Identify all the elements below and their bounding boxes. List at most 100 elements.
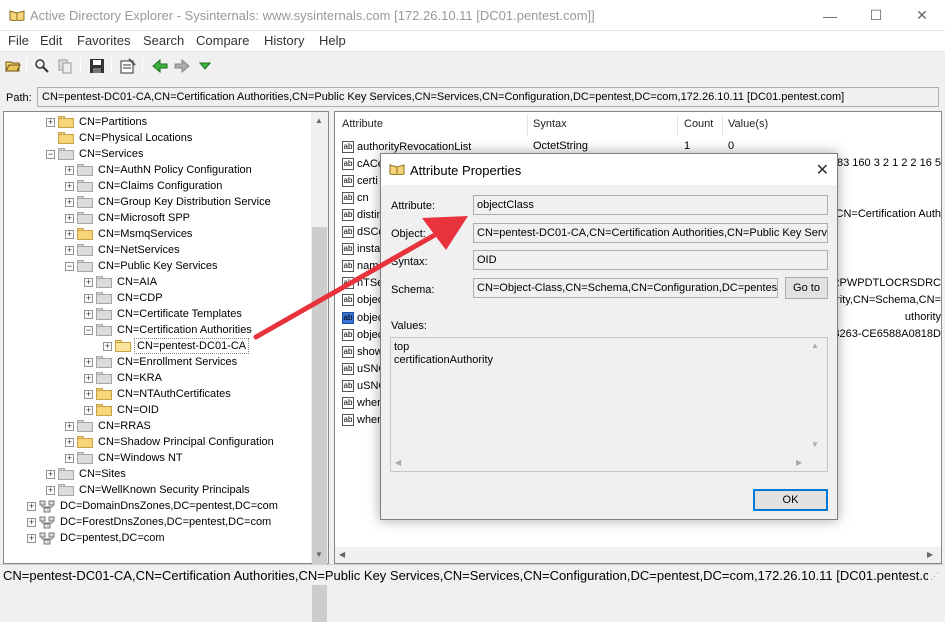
goto-button[interactable]: Go to xyxy=(785,277,828,299)
tree-scroll-thumb[interactable] xyxy=(312,227,327,622)
expand-icon[interactable]: + xyxy=(65,197,74,207)
search-icon[interactable] xyxy=(32,56,51,75)
scroll-right-icon[interactable]: ▶ xyxy=(796,458,802,467)
tree-item[interactable]: + CN=pentest-DC01-CA xyxy=(103,338,250,354)
scroll-up-icon[interactable]: ▲ xyxy=(811,341,819,350)
expand-icon[interactable]: + xyxy=(65,437,74,447)
list-row[interactable]: ab objec xyxy=(342,292,383,309)
scroll-up-icon[interactable]: ▲ xyxy=(315,116,323,125)
tree-item[interactable]: + CN=AIA xyxy=(84,274,159,290)
list-row[interactable]: ab certi xyxy=(342,172,378,189)
compare-icon[interactable] xyxy=(55,56,74,75)
tree-scrollbar[interactable]: ▲ ▼ xyxy=(311,112,328,622)
scroll-left-icon[interactable]: ◀ xyxy=(395,458,401,467)
tree-item[interactable]: + CN=Microsoft SPP xyxy=(65,210,192,226)
col-count[interactable]: Count xyxy=(684,118,713,130)
tree-item[interactable]: + CN=OID xyxy=(84,402,161,418)
tree-item[interactable]: − CN=Services xyxy=(46,146,146,162)
tree-item[interactable]: + CN=Group Key Distribution Service xyxy=(65,194,273,210)
open-icon[interactable] xyxy=(3,56,22,75)
scroll-down-icon[interactable]: ▼ xyxy=(811,440,819,449)
tree-item[interactable]: + DC=DomainDnsZones,DC=pentest,DC=com xyxy=(27,498,280,514)
menu-help[interactable]: Help xyxy=(319,33,346,48)
values-box[interactable]: top certificationAuthority ▲ ▼ ◀ ▶ xyxy=(390,337,828,472)
tree-item[interactable]: + CN=CDP xyxy=(84,290,165,306)
close-button[interactable]: ✕ xyxy=(899,0,945,31)
back-arrow-icon[interactable] xyxy=(150,56,169,75)
tree-item[interactable]: + CN=Windows NT xyxy=(65,450,185,466)
expand-icon[interactable]: + xyxy=(84,277,93,287)
maximize-button[interactable]: ☐ xyxy=(853,0,899,31)
tree-item[interactable]: + CN=NetServices xyxy=(65,242,182,258)
scroll-down-icon[interactable]: ▼ xyxy=(315,550,323,559)
list-row[interactable]: ab wher xyxy=(342,395,381,412)
tree-item[interactable]: + CN=Partitions xyxy=(46,114,149,130)
dialog-close-icon[interactable]: ✕ xyxy=(816,160,829,180)
list-row[interactable]: ab objec xyxy=(342,326,383,343)
list-row[interactable]: ab cn xyxy=(342,189,369,206)
expand-icon[interactable]: + xyxy=(27,501,36,511)
list-row[interactable]: ab cACe xyxy=(342,155,384,172)
tree-item[interactable]: + DC=pentest,DC=com xyxy=(27,530,167,546)
tree-item[interactable]: + CN=RRAS xyxy=(65,418,153,434)
expand-icon[interactable]: + xyxy=(65,165,74,175)
properties-icon[interactable] xyxy=(118,56,137,75)
collapse-icon[interactable]: − xyxy=(84,325,93,335)
tree-item[interactable]: + CN=Shadow Principal Configuration xyxy=(65,434,276,450)
expand-icon[interactable]: + xyxy=(27,517,36,527)
tree-item[interactable]: + CN=Claims Configuration xyxy=(65,178,224,194)
col-syntax[interactable]: Syntax xyxy=(533,118,567,130)
save-icon[interactable] xyxy=(87,56,106,75)
path-field[interactable]: CN=pentest-DC01-CA,CN=Certification Auth… xyxy=(37,87,939,107)
menu-compare[interactable]: Compare xyxy=(196,33,249,48)
expand-icon[interactable]: + xyxy=(65,229,74,239)
ok-button[interactable]: OK xyxy=(753,489,828,511)
list-row[interactable]: ab dSCo xyxy=(342,224,385,241)
collapse-icon[interactable]: − xyxy=(46,149,55,159)
expand-icon[interactable]: + xyxy=(65,245,74,255)
tree-item[interactable]: − CN=Public Key Services xyxy=(65,258,220,274)
tree-item[interactable]: − CN=Certification Authorities xyxy=(84,322,254,338)
tree-item[interactable]: + CN=Sites xyxy=(46,466,128,482)
menu-file[interactable]: File xyxy=(8,33,29,48)
tree-item[interactable]: + CN=Certificate Templates xyxy=(84,306,244,322)
expand-icon[interactable]: + xyxy=(65,213,74,223)
list-hscrollbar[interactable]: ◀ ▶ xyxy=(335,547,941,563)
menu-favorites[interactable]: Favorites xyxy=(77,33,130,48)
expand-icon[interactable]: + xyxy=(46,469,55,479)
menu-history[interactable]: History xyxy=(264,33,304,48)
scroll-right-icon[interactable]: ▶ xyxy=(927,550,933,559)
schema-field[interactable]: CN=Object-Class,CN=Schema,CN=Configurati… xyxy=(473,278,778,298)
list-row[interactable]: ab wher xyxy=(342,412,381,429)
tree-item[interactable]: + CN=NTAuthCertificates xyxy=(84,386,233,402)
tree-item[interactable]: + CN=KRA xyxy=(84,370,164,386)
list-row[interactable]: ab distin xyxy=(342,206,383,223)
list-row[interactable]: ab nTSe xyxy=(342,275,383,292)
expand-icon[interactable]: + xyxy=(84,405,93,415)
expand-icon[interactable]: + xyxy=(84,373,93,383)
expand-icon[interactable]: + xyxy=(84,293,93,303)
col-attribute[interactable]: Attribute xyxy=(342,118,383,130)
tree-item[interactable]: CN=Physical Locations xyxy=(46,130,194,146)
expand-icon[interactable]: + xyxy=(65,453,74,463)
resize-grip-icon[interactable]: ⋰ xyxy=(930,571,942,583)
menu-edit[interactable]: Edit xyxy=(40,33,62,48)
forward-arrow-icon[interactable] xyxy=(172,56,191,75)
history-dropdown-icon[interactable] xyxy=(195,56,214,75)
tree-item[interactable]: + CN=MsmqServices xyxy=(65,226,194,242)
list-row[interactable]: ab insta xyxy=(342,241,380,258)
list-row[interactable]: ab nam xyxy=(342,258,378,275)
minimize-button[interactable]: — xyxy=(807,0,853,31)
object-field[interactable]: CN=pentest-DC01-CA,CN=Certification Auth… xyxy=(473,223,828,243)
expand-icon[interactable]: + xyxy=(103,341,112,351)
tree-item[interactable]: + CN=WellKnown Security Principals xyxy=(46,482,252,498)
menu-search[interactable]: Search xyxy=(143,33,184,48)
expand-icon[interactable]: + xyxy=(65,421,74,431)
list-row[interactable]: ab objec xyxy=(342,309,383,326)
tree-item[interactable]: + DC=ForestDnsZones,DC=pentest,DC=com xyxy=(27,514,273,530)
list-row[interactable]: ab show xyxy=(342,343,383,360)
attribute-field[interactable]: objectClass xyxy=(473,195,828,215)
tree-item[interactable]: + CN=Enrollment Services xyxy=(84,354,239,370)
col-values[interactable]: Value(s) xyxy=(728,118,768,130)
expand-icon[interactable]: + xyxy=(46,485,55,495)
